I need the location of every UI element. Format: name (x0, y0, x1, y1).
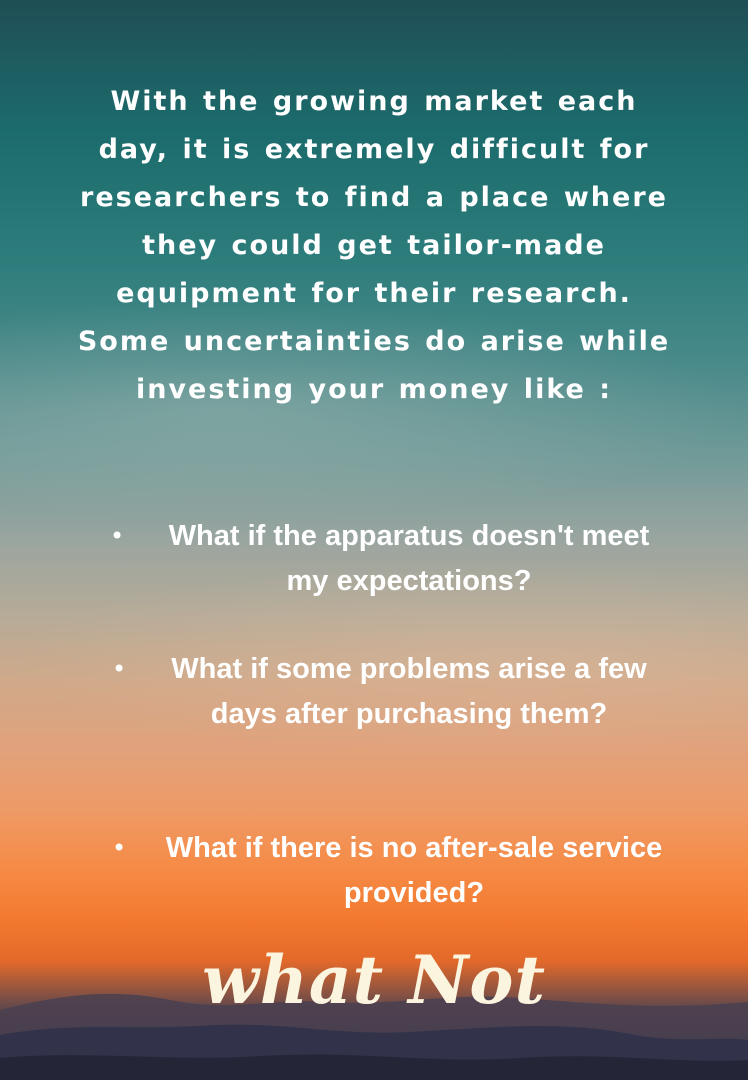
bullet-point: • (112, 655, 127, 683)
question-list: • What if the apparatus doesn't meet my … (0, 0, 748, 1080)
question-text: What if the apparatus doesn't meet my ex… (168, 520, 650, 597)
bullet-point: • (110, 522, 125, 550)
bullet-point: • (112, 834, 127, 862)
question-text: What if some problems arise a few days a… (171, 653, 647, 730)
poster: With the growing market each day, it is … (0, 0, 748, 1080)
question-text: What if there is no after-sale service p… (165, 832, 663, 909)
closing-script-text: what Not (202, 941, 546, 1019)
